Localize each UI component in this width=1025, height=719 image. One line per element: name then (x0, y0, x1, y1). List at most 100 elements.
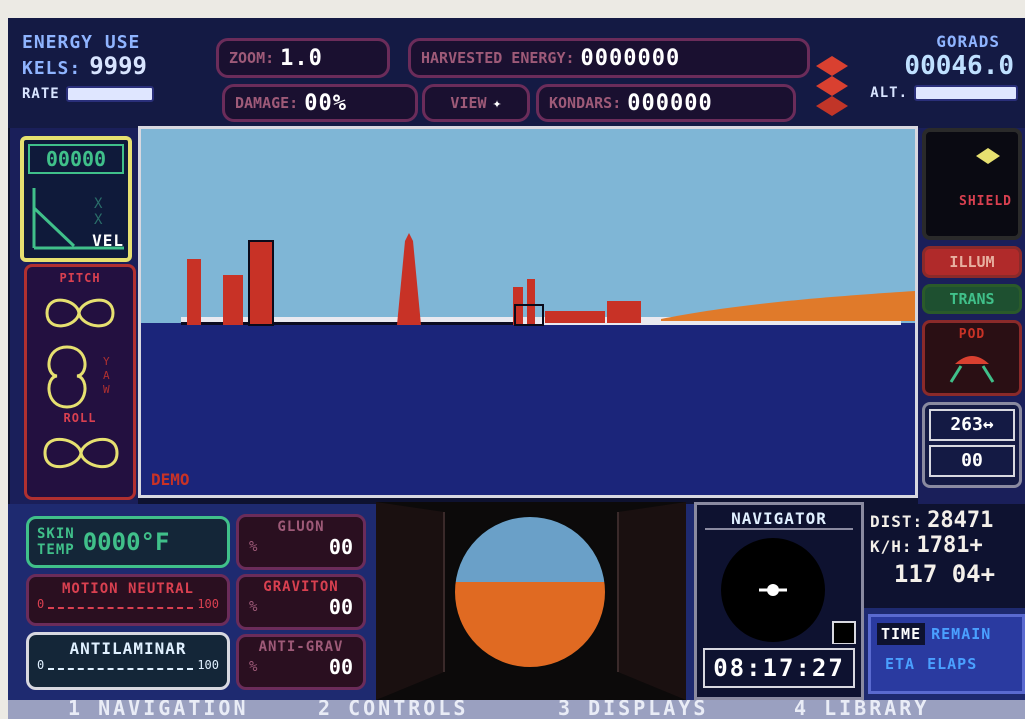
motion-neutral-panel: MOTION NEUTRAL 0 100 (26, 574, 230, 626)
navigator-label: NAVIGATOR (705, 509, 853, 530)
graviton-label: GRAVITON (263, 579, 339, 595)
zoom-label: ZOOM: (229, 49, 275, 67)
illum-button[interactable]: ILLUM (922, 246, 1022, 278)
demo-label: DEMO (151, 470, 190, 489)
time-panel: TIME REMAIN ETA ELAPS (868, 614, 1025, 694)
rate-label: RATE (22, 86, 60, 102)
gluon-value: 00 (328, 535, 353, 559)
heading-sub-value: 00 (929, 445, 1015, 477)
pod-icon (949, 356, 995, 383)
eta-button[interactable]: ETA (885, 655, 915, 673)
vel-label: VEL (92, 231, 124, 250)
svg-text:A: A (103, 369, 110, 382)
antilaminar-label: ANTILAMINAR (69, 639, 187, 658)
yaw-indicator-icon: Y A W (47, 345, 110, 409)
damage-value: 00% (304, 90, 347, 116)
dist-value: 28471 (927, 508, 994, 533)
antilaminar-panel: ANTILAMINAR 0 100 (26, 632, 230, 690)
motion-scale-high: 100 (197, 597, 219, 611)
antilaminar-slider[interactable] (48, 660, 194, 670)
antilaminar-scale-high: 100 (197, 658, 219, 672)
menu-item-library[interactable]: 4 LIBRARY (794, 700, 929, 719)
rate-bar (65, 86, 154, 102)
kh-value: 1781+ (916, 533, 983, 558)
energy-use-panel: ENERGY USE KELS: 9999 RATE (22, 34, 192, 124)
pitch-label: PITCH (59, 271, 101, 285)
svg-text:X: X (94, 212, 103, 228)
kondars-readout: KONDARS: 000000 (536, 84, 796, 122)
shield-label: SHIELD (959, 194, 1012, 209)
attitude-panel: PITCH Y A W ROLL (24, 264, 136, 500)
graviton-value: 00 (328, 595, 353, 619)
svg-text:Y: Y (103, 355, 110, 368)
gorads-label: GORADS (936, 32, 1000, 51)
motion-neutral-slider[interactable] (48, 599, 194, 609)
roll-label: ROLL (63, 411, 97, 425)
zoom-value: 1.0 (280, 45, 323, 71)
elaps-button[interactable]: ELAPS (927, 655, 977, 673)
harvested-energy-readout: HARVESTED ENERGY: 0000000 (408, 38, 810, 78)
svg-text:W: W (103, 383, 110, 396)
terrain-scene (141, 129, 915, 495)
menu-item-controls[interactable]: 2 CONTROLS (318, 700, 468, 719)
svg-text:X: X (94, 196, 103, 212)
graviton-panel: GRAVITON % 00 (236, 574, 366, 630)
roll-indicator-icon (43, 437, 119, 469)
pod-label: POD (958, 327, 986, 342)
skin-temp-value: 0000°F (82, 528, 170, 556)
illum-label: ILLUM (949, 253, 995, 271)
gluon-percent-sign: % (249, 539, 258, 555)
skin-temp-panel: SKIN TEMP 0000°F (26, 516, 230, 568)
skin-label: SKIN (37, 526, 75, 542)
altitude-bar (914, 85, 1018, 101)
menu-item-displays[interactable]: 3 DISPLAYS (558, 700, 708, 719)
pod-button[interactable]: POD (922, 320, 1022, 396)
attitude-horizon-panel (376, 502, 686, 700)
view-arrow-icon: ✦ (492, 94, 502, 112)
shield-icon (976, 148, 1000, 164)
menu-bar: 1 NAVIGATION 2 CONTROLS 3 DISPLAYS 4 LIB… (8, 700, 1025, 719)
shield-button[interactable]: SHIELD (922, 128, 1022, 240)
gluon-label: GLUON (277, 519, 325, 535)
damage-readout: DAMAGE: 00% (222, 84, 418, 122)
gorads-value: 00046.0 (904, 51, 1014, 81)
radar-scope (721, 538, 856, 644)
view-label: VIEW (450, 94, 487, 112)
counter-display: 00000 (28, 144, 124, 174)
kondars-label: KONDARS: (549, 94, 622, 112)
energy-use-label: ENERGY USE (22, 32, 141, 53)
kondars-value: 000000 (627, 90, 713, 116)
horizon-frame (376, 502, 686, 700)
view-button[interactable]: VIEW ✦ (422, 84, 530, 122)
pitch-indicator-icon (45, 298, 115, 328)
heading-panel: 263↔ 00 (922, 402, 1022, 488)
alt-label: ALT. (870, 85, 908, 101)
main-viewport[interactable]: DEMO (138, 126, 918, 498)
coord-value: 117 04+ (893, 560, 996, 588)
antilaminar-scale-low: 0 (37, 658, 45, 672)
antigrav-panel: ANTI-GRAV % 00 (236, 634, 366, 690)
velocity-panel: 00000 X X VEL (20, 136, 132, 262)
trans-button[interactable]: TRANS (922, 284, 1022, 314)
heading-value: 263↔ (929, 409, 1015, 441)
temp-label: TEMP (37, 542, 75, 558)
antigrav-percent-sign: % (249, 659, 258, 675)
zoom-readout: ZOOM: 1.0 (216, 38, 390, 78)
menu-item-navigation[interactable]: 1 NAVIGATION (68, 700, 249, 719)
antigrav-label: ANTI-GRAV (258, 639, 344, 655)
diamond-indicator-icon (810, 50, 854, 120)
kels-label: KELS: (22, 58, 82, 79)
dist-label: DIST: (870, 512, 924, 531)
time-button[interactable]: TIME (877, 623, 926, 645)
trans-label: TRANS (949, 290, 995, 308)
graviton-percent-sign: % (249, 599, 258, 615)
navigator-panel: NAVIGATOR 08:17:27 (694, 502, 864, 700)
harvested-energy-value: 0000000 (580, 45, 681, 71)
motion-scale-low: 0 (37, 597, 45, 611)
harvested-energy-label: HARVESTED ENERGY: (421, 49, 575, 67)
gorads-panel: GORADS 00046.0 ALT. (866, 32, 1018, 124)
antigrav-value: 00 (328, 655, 353, 679)
kels-value: 9999 (89, 52, 147, 80)
remain-button[interactable]: REMAIN (931, 625, 991, 643)
navigator-clock: 08:17:27 (703, 648, 855, 688)
